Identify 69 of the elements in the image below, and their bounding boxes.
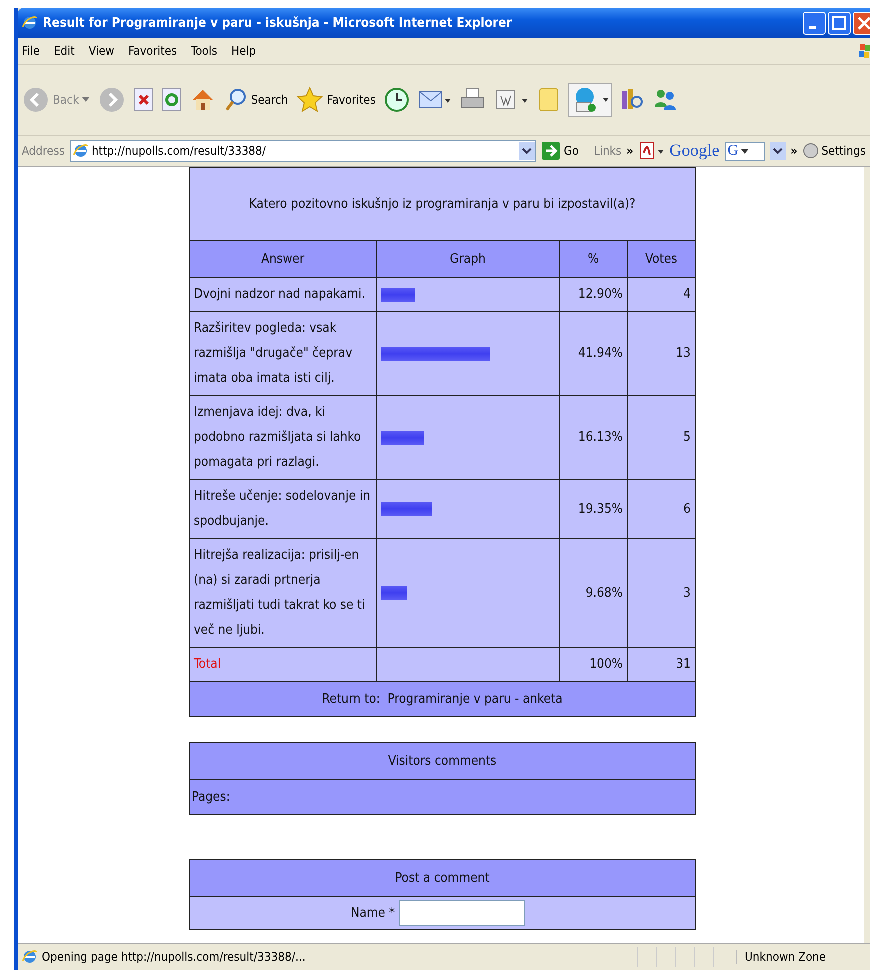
history-icon[interactable] xyxy=(384,87,410,113)
settings-button[interactable]: Settings xyxy=(802,143,866,159)
post-comment-header: Post a comment xyxy=(190,860,696,896)
window-title: Result for Programiranje v paru - iskušnja - Microsoft Internet Explorer xyxy=(43,16,514,30)
dropdown-icon[interactable] xyxy=(518,142,535,160)
menu-item[interactable]: File xyxy=(22,44,40,58)
menu-item[interactable]: Favorites xyxy=(128,44,178,58)
answer-cell: Hitrejša realizacija: prisilj-en (na) si zaradi prtnerja razmišljati tudi takrat ko se ti več ne ljubi. xyxy=(190,538,376,648)
answer-cell: Izmenjava idej: dva, ki podobno razmišljata si lahko pomagata pri razlagi. xyxy=(190,396,376,480)
circle-icon xyxy=(802,143,819,159)
column-header: Answer xyxy=(190,240,376,278)
favorites-button[interactable]: Favorites xyxy=(296,86,376,114)
search-icon xyxy=(224,87,248,113)
close-button[interactable] xyxy=(853,12,870,34)
name-label: Name * xyxy=(351,906,396,920)
return-label: Return to: xyxy=(322,692,380,706)
votes-cell: 4 xyxy=(628,278,696,312)
search-engine-dropdown[interactable]: G xyxy=(724,142,765,160)
answer-cell: Dvojni nadzor nad napakami. xyxy=(190,278,376,312)
phone-icon[interactable] xyxy=(568,83,612,117)
search-button[interactable]: Search xyxy=(224,87,288,113)
page-icon xyxy=(72,143,89,159)
column-header: % xyxy=(560,240,628,278)
poll-question: Katero pozitovno iskušnjo iz programiranja v paru bi izpostavil(a)? xyxy=(190,168,696,240)
menu-item[interactable]: View xyxy=(88,44,114,58)
percent-cell: 19.35% xyxy=(560,480,628,538)
percent-cell: 16.13% xyxy=(560,396,628,480)
maximize-button[interactable] xyxy=(828,12,851,34)
percent-cell: 41.94% xyxy=(560,312,628,396)
column-header: Votes xyxy=(628,240,696,278)
answer-cell: Razširitev pogleda: vsak razmišlja "drugače" čeprav imata oba imata isti cilj. xyxy=(190,312,376,396)
votes-cell: 31 xyxy=(628,648,696,682)
menu-item[interactable]: Help xyxy=(232,44,256,58)
address-field[interactable]: http://nupolls.com/result/33388/ xyxy=(70,140,536,162)
more-links-button[interactable]: » xyxy=(626,144,634,158)
menu-item[interactable]: Tools xyxy=(191,44,218,58)
page-icon xyxy=(22,949,38,965)
votes-cell: 13 xyxy=(628,312,696,396)
go-button[interactable]: Go xyxy=(540,141,579,161)
votes-cell: 5 xyxy=(628,396,696,480)
google-logo: Google xyxy=(670,141,720,161)
menu-item[interactable]: Edit xyxy=(54,44,75,58)
total-label: Total xyxy=(190,648,376,682)
column-header: Graph xyxy=(376,240,560,278)
comments-header: Visitors comments xyxy=(190,742,696,780)
votes-cell: 3 xyxy=(628,538,696,648)
caret-icon xyxy=(82,97,90,103)
return-link[interactable]: Programiranje v paru - anketa xyxy=(388,692,563,706)
pdf-icon[interactable] xyxy=(638,141,665,161)
more-tools-button[interactable]: » xyxy=(790,144,798,158)
minimize-button[interactable] xyxy=(803,12,826,34)
refresh-icon[interactable] xyxy=(162,88,182,112)
caret-icon xyxy=(740,148,749,154)
percent-cell: 12.90% xyxy=(560,278,628,312)
links-label[interactable]: Links xyxy=(594,144,622,158)
ie-icon xyxy=(22,15,38,31)
answer-cell: Hitreše učenje: sodelovanje in spodbujanje. xyxy=(190,480,376,538)
address-label: Address xyxy=(22,144,65,158)
stop-icon[interactable] xyxy=(134,88,154,112)
votes-cell: 6 xyxy=(628,480,696,538)
star-icon xyxy=(296,86,324,114)
windows-logo-icon xyxy=(856,42,870,60)
zone-label: Unknown Zone xyxy=(745,950,826,964)
name-field[interactable] xyxy=(399,900,526,926)
pages-label: Pages: xyxy=(190,780,696,814)
percent-cell: 9.68% xyxy=(560,538,628,648)
dropdown-icon[interactable] xyxy=(770,142,786,160)
percent-cell: 100% xyxy=(560,648,628,682)
status-text: Opening page http://nupolls.com/result/33388/... xyxy=(42,950,306,964)
